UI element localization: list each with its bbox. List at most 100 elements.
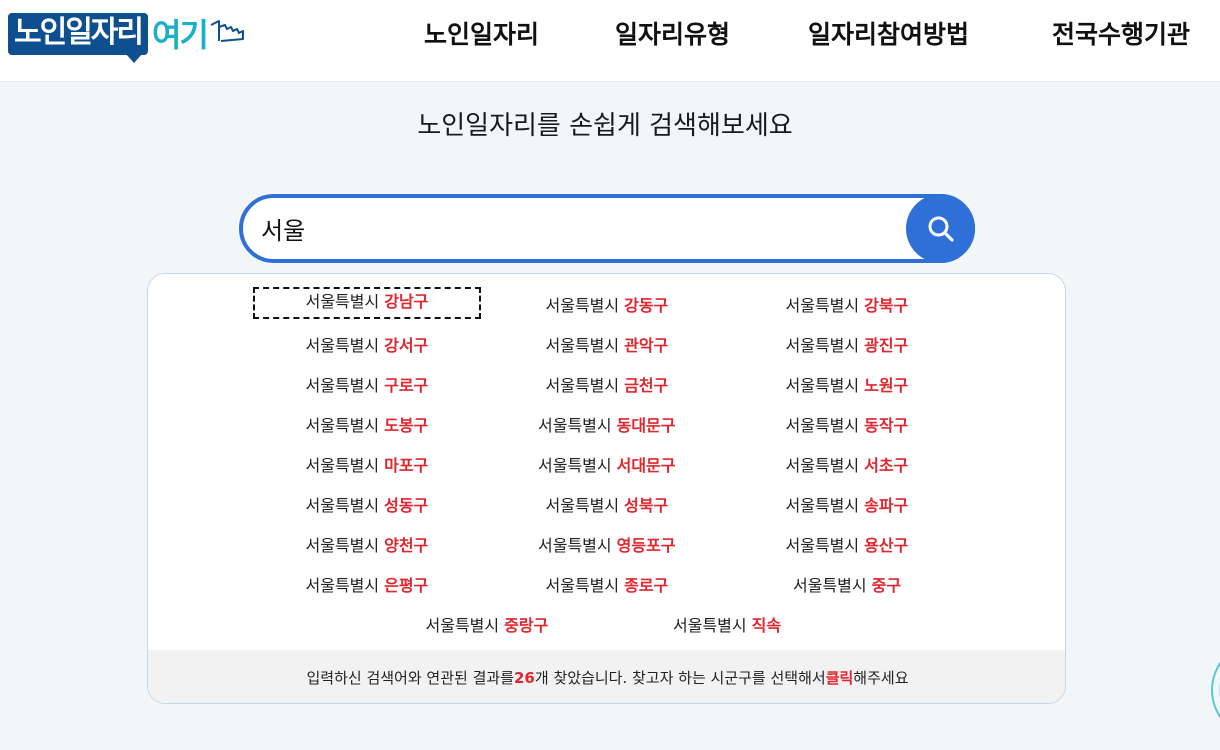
site-logo[interactable]: 노인일자리 여기 <box>8 9 249 63</box>
results-summary: 입력하신 검색어와 연관된 결과를 26 개 찾았습니다. 찾고자 하는 시군구를… <box>148 650 1065 703</box>
result-city: 서울특별시 <box>545 296 620 315</box>
result-district: 마포구 <box>384 456 429 475</box>
result-district: 금천구 <box>624 376 669 395</box>
summary-text-post: 해주세요 <box>853 669 909 687</box>
result-city: 서울특별시 <box>305 416 380 435</box>
logo-accent-text: 여기 <box>152 16 209 54</box>
result-item[interactable]: 서울특별시 마포구 <box>306 452 429 476</box>
result-district: 중구 <box>871 576 902 595</box>
result-item[interactable]: 서울특별시 구로구 <box>306 372 429 396</box>
result-item[interactable]: 서울특별시 성북구 <box>546 492 669 516</box>
result-item[interactable]: 서울특별시 금천구 <box>546 372 669 396</box>
result-city: 서울특별시 <box>793 576 867 595</box>
result-item[interactable]: 서울특별시 중구 <box>793 572 901 596</box>
search-icon <box>928 216 954 242</box>
summary-text-pre: 입력하신 검색어와 연관된 결과를 <box>306 669 514 687</box>
result-district: 송파구 <box>864 496 909 515</box>
result-item[interactable]: 서울특별시 동작구 <box>786 412 909 436</box>
result-item[interactable]: 서울특별시 중랑구 <box>426 612 549 636</box>
result-district: 강남구 <box>384 292 429 311</box>
result-item[interactable]: 서울특별시 서대문구 <box>538 452 676 476</box>
result-district: 동대문구 <box>616 416 676 435</box>
nav-how-to-apply[interactable]: 일자리참여방법 <box>808 0 969 66</box>
result-city: 서울특별시 <box>305 336 380 355</box>
result-city: 서울특별시 <box>305 576 380 595</box>
summary-text-mid: 개 찾았습니다. 찾고자 하는 시군구를 선택해서 <box>534 669 826 687</box>
result-item[interactable]: 서울특별시 노원구 <box>786 372 909 396</box>
result-city: 서울특별시 <box>785 336 860 355</box>
result-district: 강서구 <box>384 336 429 355</box>
result-item[interactable]: 서울특별시 직속 <box>673 612 781 636</box>
result-city: 서울특별시 <box>785 536 860 555</box>
result-city: 서울특별시 <box>785 376 860 395</box>
result-city: 서울특별시 <box>785 296 860 315</box>
result-item[interactable]: 서울특별시 송파구 <box>786 492 909 516</box>
result-city: 서울특별시 <box>545 376 620 395</box>
result-district: 서대문구 <box>616 456 676 475</box>
search-button[interactable] <box>906 194 975 263</box>
search-bar <box>239 194 975 263</box>
result-district: 용산구 <box>864 536 909 555</box>
result-item[interactable]: 서울특별시 용산구 <box>786 532 909 556</box>
result-city: 서울특별시 <box>785 456 860 475</box>
result-district: 양천구 <box>384 536 429 555</box>
result-city: 서울특별시 <box>545 496 620 515</box>
result-item[interactable]: 서울특별시 종로구 <box>546 572 669 596</box>
result-district: 영등포구 <box>616 536 676 555</box>
result-city: 서울특별시 <box>545 576 620 595</box>
page-subtitle: 노인일자리를 손쉽게 검색해보세요 <box>417 111 793 141</box>
result-item[interactable]: 서울특별시 은평구 <box>306 572 429 596</box>
result-district: 구로구 <box>384 376 429 395</box>
result-district: 노원구 <box>864 376 909 395</box>
result-city: 서울특별시 <box>305 496 380 515</box>
result-district: 동작구 <box>864 416 909 435</box>
result-district: 직속 <box>751 616 782 635</box>
result-district: 은평구 <box>384 576 429 595</box>
result-item[interactable]: 서울특별시 서초구 <box>786 452 909 476</box>
logo-main-text: 노인일자리 <box>8 13 148 63</box>
result-item[interactable]: 서울특별시 강동구 <box>546 292 669 316</box>
result-city: 서울특별시 <box>545 336 620 355</box>
click-emphasis: 클릭 <box>825 669 854 687</box>
result-district: 강북구 <box>864 296 909 315</box>
pointing-hand-icon <box>210 20 244 42</box>
result-district: 서초구 <box>864 456 909 475</box>
result-item[interactable]: 서울특별시 강남구 <box>253 287 481 319</box>
result-city: 서울특별시 <box>538 536 612 555</box>
result-item[interactable]: 서울특별시 동대문구 <box>538 412 676 436</box>
result-city: 서울특별시 <box>538 416 612 435</box>
result-city: 서울특별시 <box>305 376 380 395</box>
result-city: 서울특별시 <box>538 456 612 475</box>
result-item[interactable]: 서울특별시 영등포구 <box>538 532 676 556</box>
nav-job-types[interactable]: 일자리유형 <box>615 0 730 66</box>
result-city: 서울특별시 <box>785 496 860 515</box>
result-district: 관악구 <box>624 336 669 355</box>
result-count: 26 <box>514 668 535 687</box>
result-district: 중랑구 <box>504 616 549 635</box>
result-item[interactable]: 서울특별시 도봉구 <box>306 412 429 436</box>
result-city: 서울특별시 <box>785 416 860 435</box>
result-district: 성북구 <box>624 496 669 515</box>
search-input[interactable] <box>261 198 881 259</box>
nav-senior-jobs[interactable]: 노인일자리 <box>424 0 539 66</box>
result-district: 종로구 <box>624 576 669 595</box>
result-item[interactable]: 서울특별시 관악구 <box>546 332 669 356</box>
site-header: 노인일자리 여기 노인일자리 일자리유형 일자리참여방법 전국수행기관 <box>0 0 1220 82</box>
result-city: 서울특별시 <box>425 616 500 635</box>
result-district: 광진구 <box>864 336 909 355</box>
result-city: 서울특별시 <box>305 536 380 555</box>
result-city: 서울특별시 <box>673 616 747 635</box>
result-item[interactable]: 서울특별시 강서구 <box>306 332 429 356</box>
nav-agencies[interactable]: 전국수행기관 <box>1052 0 1190 66</box>
result-district: 도봉구 <box>384 416 429 435</box>
result-district: 성동구 <box>384 496 429 515</box>
result-item[interactable]: 서울특별시 광진구 <box>786 332 909 356</box>
result-item[interactable]: 서울특별시 양천구 <box>306 532 429 556</box>
result-item[interactable]: 서울특별시 성동구 <box>306 492 429 516</box>
result-city: 서울특별시 <box>305 456 380 475</box>
result-district: 강동구 <box>624 296 669 315</box>
result-city: 서울특별시 <box>305 292 380 311</box>
decorative-circle <box>1211 661 1220 719</box>
result-item[interactable]: 서울특별시 강북구 <box>786 292 909 316</box>
search-results-panel: 서울특별시 강남구 서울특별시 강동구 서울특별시 강북구 서울특별시 강서구 서울특별시 관악구… <box>147 273 1066 704</box>
